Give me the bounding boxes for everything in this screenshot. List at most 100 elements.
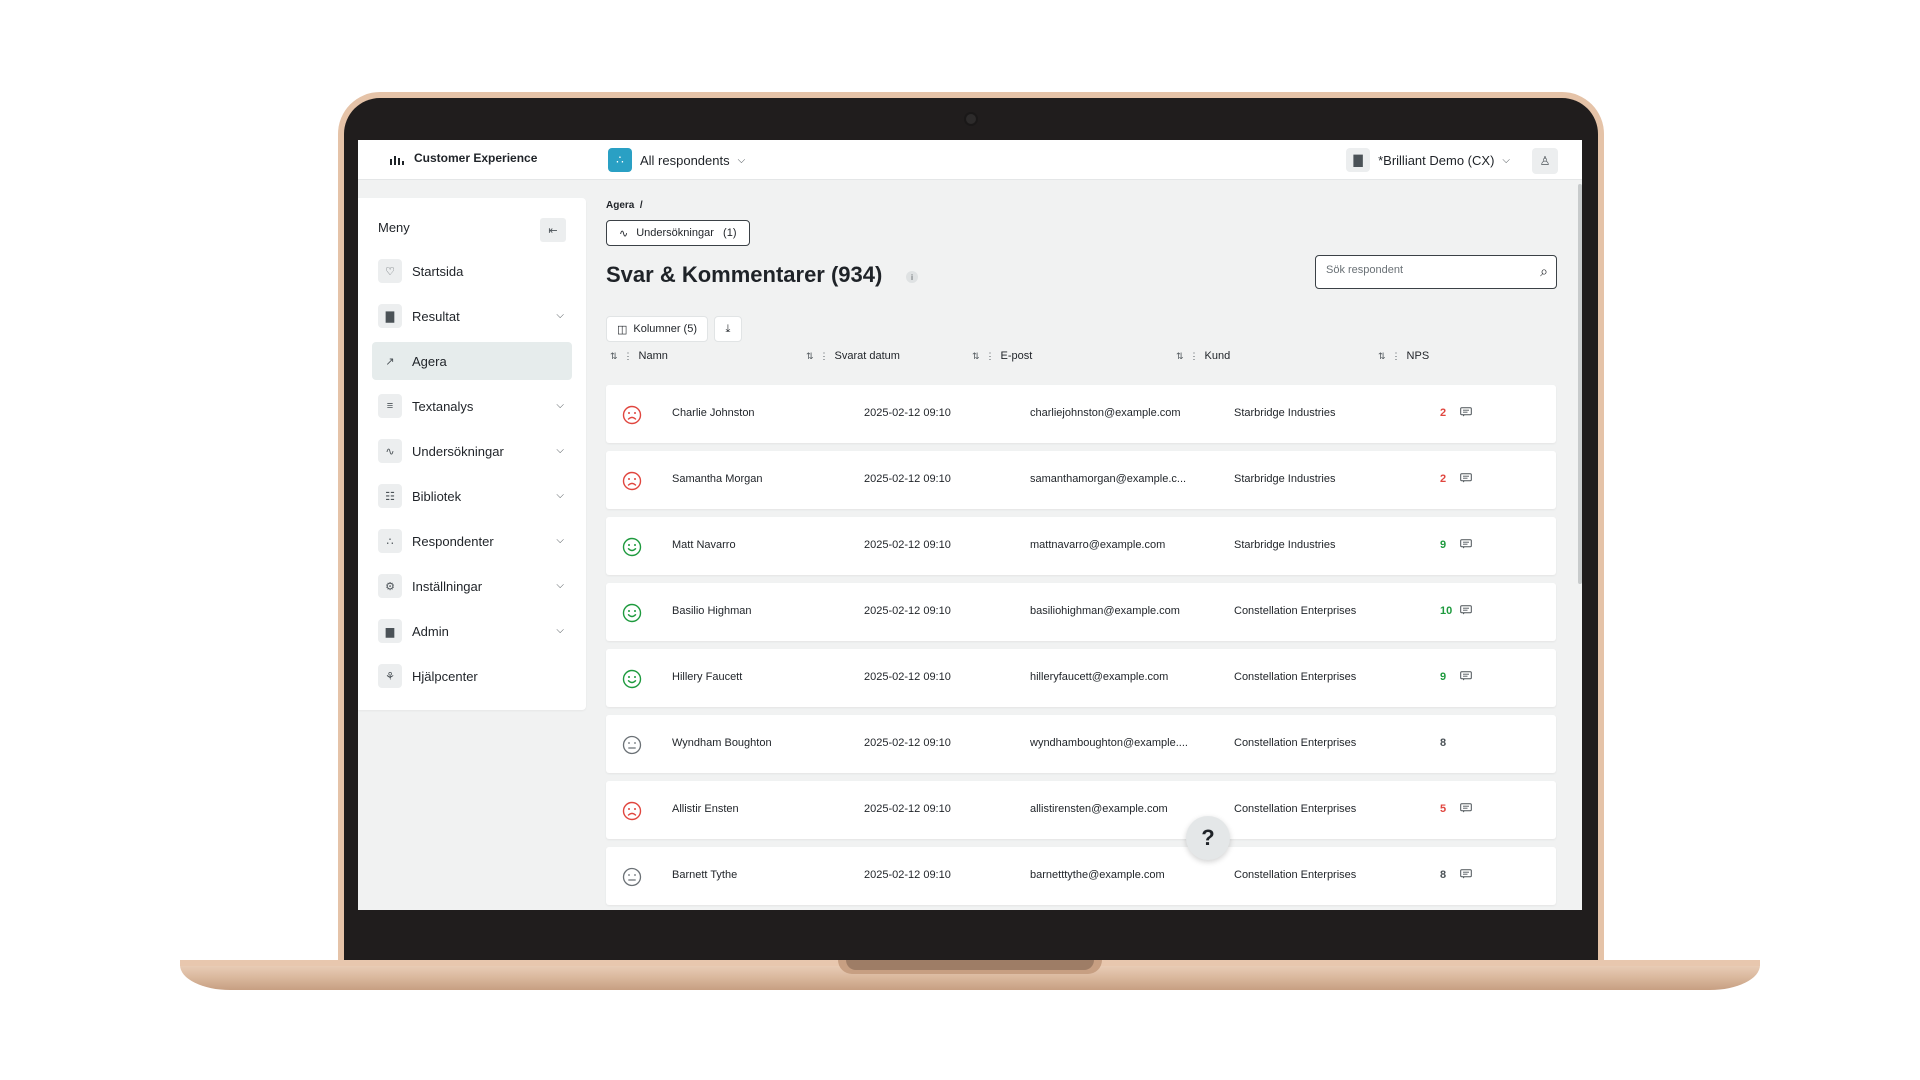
sidebar-item-bibliotek[interactable]: ☷ Bibliotek ⌵: [372, 477, 572, 515]
cell-email: mattnavarro@example.com: [1030, 539, 1166, 551]
comment-icon[interactable]: [1460, 605, 1472, 615]
comment-icon[interactable]: [1460, 539, 1472, 549]
cell-name: Charlie Johnston: [672, 407, 755, 419]
comment-icon[interactable]: [1460, 671, 1472, 681]
survey-filter-chip[interactable]: ∿ Undersökningar (1): [606, 220, 750, 246]
sidebar-item-label: Startsida: [412, 263, 464, 279]
cell-customer: Constellation Enterprises: [1234, 803, 1357, 815]
user-menu-button[interactable]: ♙: [1532, 148, 1558, 174]
sidebar-item-admin[interactable]: ▆ Admin ⌵: [372, 612, 572, 650]
cell-email: samanthamorgan@example.c...: [1030, 473, 1187, 485]
info-icon[interactable]: i: [906, 271, 918, 283]
sidebar-item-hjalpcenter[interactable]: ⚘ Hjälpcenter: [372, 657, 572, 695]
sidebar-item-textanalys[interactable]: ≡ Textanalys ⌵: [372, 387, 572, 425]
sidebar-item-installningar[interactable]: ⚙ Inställningar ⌵: [372, 567, 572, 605]
sidebar-item-undersokningar[interactable]: ∿ Undersökningar ⌵: [372, 432, 572, 470]
cell-customer: Constellation Enterprises: [1234, 671, 1357, 683]
brand[interactable]: Customer Experience: [390, 151, 537, 165]
table-row[interactable]: Wyndham Boughton 2025-02-12 09:10 wyndha…: [606, 715, 1556, 773]
sidebar: Meny ⇤ ♡ Startsida ▇ Resultat ⌵ ↗ Agera …: [358, 198, 586, 710]
column-header-namn[interactable]: ⇅ ⋮ Namn: [610, 350, 668, 362]
cell-customer: Starbridge Industries: [1234, 539, 1336, 551]
cell-nps: 10: [1440, 605, 1453, 617]
chevron-down-icon: ⌵: [737, 154, 746, 166]
breadcrumb[interactable]: Agera /: [606, 200, 643, 211]
org-chart-icon: ∴: [378, 529, 402, 553]
cell-customer: Starbridge Industries: [1234, 407, 1336, 419]
chevron-down-icon: ⌵: [556, 445, 564, 456]
drag-handle-icon: ⋮: [819, 350, 829, 361]
column-header-e-post[interactable]: ⇅ ⋮ E-post: [972, 350, 1032, 362]
cell-date: 2025-02-12 09:10: [864, 407, 951, 419]
cell-customer: Constellation Enterprises: [1234, 869, 1357, 881]
drag-handle-icon: ⋮: [985, 350, 995, 361]
table-row[interactable]: Allistir Ensten 2025-02-12 09:10 allisti…: [606, 781, 1556, 839]
negative-face-icon: [622, 801, 642, 821]
heart-icon: ♡: [378, 259, 402, 283]
page-title: Svar & Kommentarer (934): [606, 262, 883, 287]
comment-icon[interactable]: [1460, 473, 1472, 483]
chevron-down-icon: ⌵: [556, 625, 564, 636]
comment-icon[interactable]: [1460, 803, 1472, 813]
negative-face-icon: [622, 471, 642, 491]
table-row[interactable]: Charlie Johnston 2025-02-12 09:10 charli…: [606, 385, 1556, 443]
download-button[interactable]: ⤓: [713, 316, 742, 342]
sidebar-item-agera[interactable]: ↗ Agera: [372, 342, 572, 380]
cell-date: 2025-02-12 09:10: [864, 605, 951, 617]
help-button[interactable]: ?: [1186, 816, 1230, 860]
top-bar: Customer Experience ∴ All respondents ⌵ …: [358, 140, 1582, 180]
table-row[interactable]: Matt Navarro 2025-02-12 09:10 mattnavarr…: [606, 517, 1556, 575]
table-row[interactable]: Hillery Faucett 2025-02-12 09:10 hillery…: [606, 649, 1556, 707]
workspace-label: *Brilliant Demo (CX): [1378, 152, 1495, 168]
column-header-nps[interactable]: ⇅ ⋮ NPS: [1378, 350, 1429, 362]
pulse-icon: ∿: [378, 439, 402, 463]
columns-icon: ◫: [617, 323, 628, 336]
cell-date: 2025-02-12 09:10: [864, 803, 951, 815]
table-row[interactable]: Barnett Tythe 2025-02-12 09:10 barnettty…: [606, 847, 1556, 905]
collapse-left-icon: ⇤: [548, 224, 558, 237]
search-icon[interactable]: ⌕: [1540, 263, 1548, 280]
chevron-down-icon: ⌵: [556, 535, 564, 546]
sidebar-item-respondenter[interactable]: ∴ Respondenter ⌵: [372, 522, 572, 560]
library-icon: ☷: [378, 484, 402, 508]
building-icon: ▇: [1346, 148, 1371, 172]
search-input[interactable]: [1326, 264, 1526, 276]
sidebar-item-label: Admin: [412, 623, 449, 639]
respondent-filter[interactable]: ∴ All respondents ⌵: [608, 148, 745, 172]
collapse-sidebar-button[interactable]: ⇤: [540, 218, 566, 242]
sidebar-item-label: Hjälpcenter: [412, 668, 478, 684]
layers-icon: ≡: [378, 394, 402, 418]
cell-date: 2025-02-12 09:10: [864, 539, 951, 551]
column-header-label: Namn: [638, 350, 668, 362]
cell-date: 2025-02-12 09:10: [864, 869, 951, 881]
drag-handle-icon: ⋮: [623, 350, 633, 361]
comment-icon[interactable]: [1460, 407, 1472, 417]
cell-nps: 9: [1440, 539, 1447, 551]
sidebar-nav: ♡ Startsida ▇ Resultat ⌵ ↗ Agera ≡ Texta…: [372, 252, 572, 702]
table-toolbar: ◫ Kolumner (5) ⤓: [606, 316, 742, 342]
table-row[interactable]: Basilio Highman 2025-02-12 09:10 basilio…: [606, 583, 1556, 641]
cell-email: barnetttythe@example.com: [1030, 869, 1165, 881]
sort-icon: ⇅: [610, 350, 618, 361]
cell-email: allistirensten@example.com: [1030, 803, 1168, 815]
sidebar-item-label: Agera: [412, 353, 447, 369]
cell-name: Basilio Highman: [672, 605, 752, 617]
sidebar-item-label: Bibliotek: [412, 488, 462, 504]
sidebar-item-resultat[interactable]: ▇ Resultat ⌵: [372, 297, 572, 335]
sidebar-item-label: Undersökningar: [412, 443, 504, 459]
table-row[interactable]: Samantha Morgan 2025-02-12 09:10 samanth…: [606, 451, 1556, 509]
app-screen: Customer Experience ∴ All respondents ⌵ …: [358, 140, 1582, 910]
sidebar-item-startsida[interactable]: ♡ Startsida: [372, 252, 572, 290]
search-box: ⌕: [1315, 255, 1557, 289]
scrollbar-thumb[interactable]: [1578, 184, 1582, 584]
columns-button[interactable]: ◫ Kolumner (5): [606, 316, 708, 342]
column-header-kund[interactable]: ⇅ ⋮ Kund: [1176, 350, 1230, 362]
comment-icon[interactable]: [1460, 869, 1472, 879]
column-header-svarat-datum[interactable]: ⇅ ⋮ Svarat datum: [806, 350, 900, 362]
sidebar-title: Meny: [378, 220, 410, 235]
sort-icon: ⇅: [806, 350, 814, 361]
workspace-selector[interactable]: ▇ *Brilliant Demo (CX) ⌵: [1346, 148, 1510, 172]
laptop-hinge-inner: [846, 960, 1094, 970]
gear-icon: ⚙: [378, 574, 402, 598]
sidebar-item-label: Resultat: [412, 308, 460, 324]
